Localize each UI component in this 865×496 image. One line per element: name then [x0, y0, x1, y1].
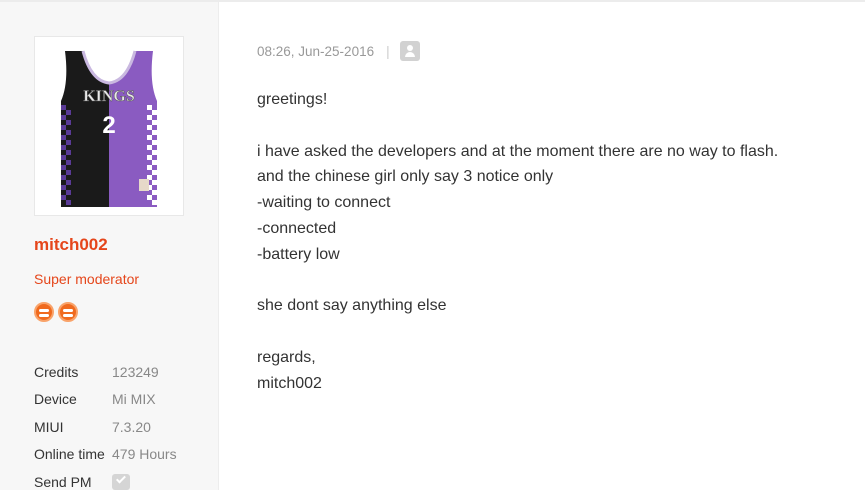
author-username[interactable]: mitch002 — [34, 235, 108, 255]
medal-icon[interactable] — [34, 302, 54, 322]
stat-online-time: Online time 479 Hours — [34, 441, 177, 469]
badge-list — [34, 302, 78, 322]
post-line: -waiting to connect — [257, 194, 391, 212]
author-role: Super moderator — [34, 271, 140, 287]
svg-text:KINGS: KINGS — [83, 88, 135, 105]
stat-value: 7.3.20 — [112, 418, 151, 435]
author-sidebar: KINGS 2 mitch002 Super moderator Credits… — [0, 2, 219, 490]
stat-label: Device — [34, 391, 77, 408]
post-line: mitch002 — [257, 374, 322, 392]
post-content: greetings! i have asked the developers a… — [257, 87, 778, 397]
jersey-avatar-image: KINGS 2 — [61, 50, 157, 207]
stat-label: Credits — [34, 363, 79, 380]
stat-value: 123249 — [112, 363, 159, 380]
message-icon[interactable] — [112, 473, 130, 490]
meta-separator: | — [386, 43, 390, 59]
stat-credits: Credits 123249 — [34, 358, 177, 386]
author-stats: Credits 123249 Device Mi MIX MIUI 7.3.20… — [34, 358, 177, 496]
post-meta: 08:26, Jun-25-2016 | — [257, 41, 420, 61]
stat-value: Mi MIX — [112, 391, 156, 408]
stat-send-pm: Send PM — [34, 468, 177, 496]
post-line: greetings! — [257, 91, 328, 108]
post-line: and the chinese girl only say 3 notice o… — [257, 168, 554, 186]
post-line — [257, 113, 778, 139]
stat-miui: MIUI 7.3.20 — [34, 413, 177, 441]
post-line: she dont say anything else — [257, 297, 447, 315]
post-timestamp: 08:26, Jun-25-2016 — [257, 43, 375, 59]
post-line: regards, — [257, 348, 316, 366]
stat-label: Send PM — [34, 473, 92, 490]
medal-icon[interactable] — [58, 302, 78, 322]
post-line: i have asked the developers and at the m… — [257, 142, 779, 160]
stat-label: MIUI — [34, 418, 64, 435]
post-line — [257, 268, 778, 294]
post-line: -connected — [257, 219, 337, 237]
stat-device: Device Mi MIX — [34, 386, 177, 414]
post-line: -battery low — [257, 245, 340, 263]
svg-text:2: 2 — [102, 112, 115, 139]
avatar[interactable]: KINGS 2 — [34, 36, 184, 216]
user-icon[interactable] — [399, 41, 420, 61]
post-line — [257, 319, 778, 345]
stat-value: 479 Hours — [112, 446, 177, 463]
stat-label: Online time — [34, 446, 105, 463]
